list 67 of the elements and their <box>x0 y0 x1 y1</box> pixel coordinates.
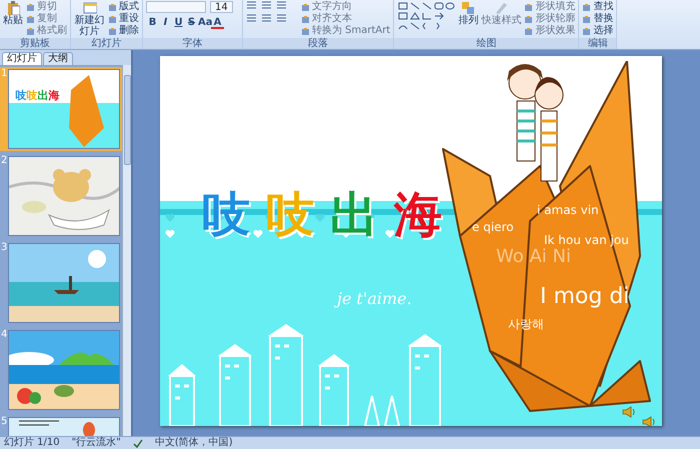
ribbon-button[interactable]: 删除 <box>108 25 139 37</box>
paragraph-lines-icon <box>276 1 287 10</box>
language-text: 中文(简体，中国) <box>154 437 233 449</box>
ribbon-button[interactable]: 替换 <box>582 13 614 25</box>
speaker-icon <box>642 416 656 426</box>
small-tool-icon <box>108 26 117 36</box>
slide-position-text: 幻灯片 1/10 <box>4 437 60 449</box>
phrase-text: e qiero <box>472 221 514 233</box>
group-label: 绘图 <box>394 38 578 49</box>
paragraph-lines-icon <box>246 14 257 23</box>
format-button[interactable]: S <box>185 17 198 29</box>
paragraph-lines-icon <box>261 1 272 10</box>
ribbon-button[interactable]: 新建幻灯片 <box>74 1 105 37</box>
title-character: 海 <box>394 191 442 239</box>
format-button[interactable]: A <box>211 17 224 29</box>
small-tool-icon <box>26 2 35 12</box>
font-size-field[interactable]: 14 <box>210 1 233 13</box>
title-character: 吱 <box>202 191 250 239</box>
title-character: 海 <box>48 88 60 104</box>
title-character: 出 <box>37 88 48 104</box>
small-tool-icon <box>108 2 117 12</box>
small-tool-icon <box>26 26 35 36</box>
format-button[interactable]: U <box>172 17 185 29</box>
slide-icon <box>82 1 96 15</box>
ribbon-button[interactable]: 重设 <box>108 13 139 25</box>
title-character: 吱 <box>266 191 314 239</box>
slide-number: 1 <box>1 69 8 81</box>
panel-tab[interactable]: 大纲 <box>43 52 73 65</box>
title-character: 吱 <box>15 88 26 104</box>
phrase-text: i amas vin <box>537 204 599 216</box>
slide-number: 4 <box>1 330 8 342</box>
group-label: 段落 <box>243 38 394 49</box>
slide-thumbnail[interactable]: 吱吱出海 <box>8 69 120 149</box>
ribbon-button[interactable]: 选择 <box>582 25 614 37</box>
speaker-icon <box>622 406 636 418</box>
ribbon-button[interactable]: 版式 <box>108 1 139 13</box>
paragraph-lines-icon <box>261 14 272 23</box>
slide-number: 3 <box>1 243 8 255</box>
format-button[interactable]: I <box>159 17 172 29</box>
checkmark-icon <box>132 438 143 448</box>
paragraph-lines-icon <box>276 14 287 23</box>
ribbon-button[interactable]: 粘贴 <box>3 1 23 26</box>
title-character: 吱 <box>26 88 38 104</box>
shapes-gallery-icon <box>397 1 456 31</box>
theme-name-text: "行云流水" <box>72 437 121 449</box>
group-label: 编辑 <box>579 38 616 49</box>
ribbon-button[interactable]: 排列 <box>458 1 478 26</box>
clipboard-icon <box>6 1 20 15</box>
phrase-text: Wo Ai Ni <box>496 248 571 266</box>
small-tool-icon <box>108 14 117 24</box>
format-button[interactable]: B <box>146 17 159 29</box>
brush-icon <box>494 1 508 15</box>
font-name-field[interactable] <box>146 1 206 13</box>
slide-number: 2 <box>1 156 8 168</box>
paragraph-lines-icon <box>246 1 257 10</box>
scrollbar[interactable] <box>122 65 131 436</box>
small-tool-icon <box>26 14 35 24</box>
group-label: 字体 <box>143 38 242 49</box>
phrase-text: I mog di <box>540 286 630 308</box>
slide-number: 5 <box>1 417 8 429</box>
format-button[interactable]: Aa <box>198 17 211 29</box>
ribbon-button[interactable]: 查找 <box>582 1 614 13</box>
panel-tab[interactable]: 幻灯片 <box>2 52 42 65</box>
group-label: 剪贴板 <box>0 38 70 49</box>
group-label: 幻灯片 <box>71 38 142 49</box>
stacked-squares-icon <box>461 1 476 15</box>
title-character: 出 <box>330 191 378 239</box>
